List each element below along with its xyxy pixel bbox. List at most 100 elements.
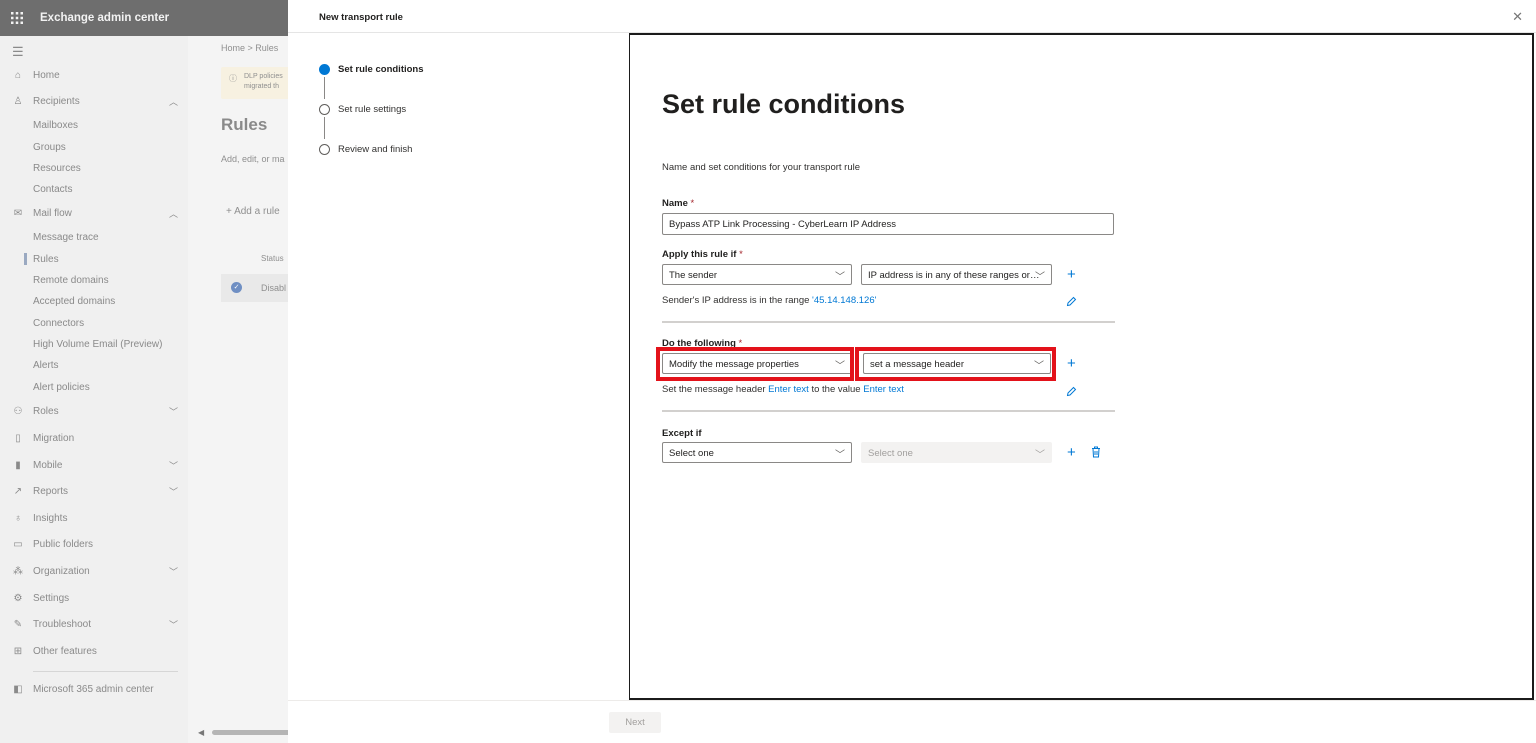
scroll-thumb[interactable] bbox=[212, 730, 288, 735]
nav-divider bbox=[33, 671, 178, 672]
page-title: Rules bbox=[221, 115, 268, 134]
nav-item-mail-flow[interactable]: ✉ Mail flow ︿ bbox=[0, 203, 188, 223]
m365-icon: ◧ bbox=[13, 683, 23, 695]
panel-footer: Next bbox=[288, 700, 1536, 743]
next-button[interactable]: Next bbox=[609, 712, 661, 733]
action-summary: Set the message header Enter text to the… bbox=[662, 384, 904, 395]
delete-trash-icon[interactable] bbox=[1091, 446, 1101, 461]
nav-item-troubleshoot[interactable]: ✎ Troubleshoot ﹀ bbox=[0, 614, 188, 634]
add-action-plus-icon[interactable]: + bbox=[1067, 356, 1076, 371]
table-row[interactable]: ✓ Disabl bbox=[221, 274, 288, 302]
home-icon: ⌂ bbox=[14, 69, 22, 81]
scroll-left-icon[interactable]: ◀ bbox=[198, 728, 204, 737]
edit-condition-pencil-icon[interactable] bbox=[1066, 296, 1077, 310]
app-title: Exchange admin center bbox=[40, 12, 170, 24]
hamburger-menu-icon[interactable]: ☰ bbox=[12, 44, 24, 60]
apply-condition-dropdown[interactable]: The sender ﹀ bbox=[662, 264, 852, 285]
rule-conditions-form: Set rule conditions Name and set conditi… bbox=[629, 33, 1534, 700]
nav-item-insights[interactable]: ♁ Insights bbox=[0, 508, 188, 528]
banner-line-2: migrated th bbox=[244, 83, 280, 90]
chevron-down-icon: ﹀ bbox=[1034, 361, 1044, 372]
step-connector bbox=[324, 117, 325, 139]
nav-item-connectors[interactable]: Connectors bbox=[33, 314, 84, 332]
step-review-and-finish[interactable]: Review and finish bbox=[319, 142, 412, 156]
nav-item-mailboxes[interactable]: Mailboxes bbox=[33, 116, 78, 134]
nav-item-accepted-domains[interactable]: Accepted domains bbox=[33, 292, 115, 310]
close-icon[interactable]: ✕ bbox=[1512, 9, 1523, 25]
nav-item-contacts[interactable]: Contacts bbox=[33, 180, 72, 198]
nav-item-remote-domains[interactable]: Remote domains bbox=[33, 271, 109, 289]
nav-item-public-folders[interactable]: ▭ Public folders bbox=[0, 534, 188, 554]
do-the-following-label: Do the following * bbox=[662, 338, 743, 349]
add-condition-plus-icon[interactable]: + bbox=[1067, 267, 1076, 282]
step-set-rule-settings[interactable]: Set rule settings bbox=[319, 102, 406, 116]
nav-item-home[interactable]: ⌂ Home bbox=[0, 65, 188, 85]
required-marker: * bbox=[738, 338, 743, 349]
step-dot-icon bbox=[319, 103, 330, 115]
exception-sub-dropdown: Select one ﹀ bbox=[861, 442, 1052, 463]
exception-dropdown[interactable]: Select one ﹀ bbox=[662, 442, 852, 463]
nav-item-reports[interactable]: ↗ Reports ﹀ bbox=[0, 481, 188, 501]
ip-range-link[interactable]: '45.14.148.126' bbox=[812, 295, 876, 306]
sub-action-dropdown[interactable]: set a message header ﹀ bbox=[863, 353, 1051, 374]
edit-action-pencil-icon[interactable] bbox=[1066, 386, 1077, 400]
other-features-icon: ⊞ bbox=[13, 645, 23, 657]
apply-subcondition-dropdown[interactable]: IP address is in any of these ranges or…… bbox=[861, 264, 1052, 285]
app-header: Exchange admin center bbox=[0, 0, 288, 36]
chevron-down-icon: ﹀ bbox=[1035, 272, 1045, 283]
migration-icon: ▯ bbox=[15, 432, 21, 444]
horizontal-scrollbar[interactable]: ◀ bbox=[198, 727, 288, 737]
new-transport-rule-panel: New transport rule ✕ Set rule conditions… bbox=[288, 0, 1536, 743]
chevron-down-icon: ﹀ bbox=[168, 486, 178, 497]
chevron-down-icon: ﹀ bbox=[168, 566, 178, 577]
step-set-rule-conditions[interactable]: Set rule conditions bbox=[319, 62, 424, 76]
section-divider bbox=[662, 321, 1115, 323]
panel-title: New transport rule bbox=[319, 12, 403, 23]
info-icon: ⓘ bbox=[229, 74, 237, 83]
person-icon: ♙ bbox=[13, 95, 23, 107]
nav-item-migration[interactable]: ▯ Migration bbox=[0, 428, 188, 448]
nav-item-organization[interactable]: ⁂ Organization ﹀ bbox=[0, 561, 188, 581]
add-rule-label: Add a rule bbox=[234, 206, 280, 217]
nav-item-roles[interactable]: ⚇ Roles ﹀ bbox=[0, 401, 188, 421]
nav-item-rules[interactable]: Rules bbox=[33, 250, 59, 268]
nav-item-m365-admin-center[interactable]: ◧ Microsoft 365 admin center bbox=[0, 679, 188, 699]
name-label: Name * bbox=[662, 198, 695, 209]
form-description: Name and set conditions for your transpo… bbox=[662, 162, 861, 173]
checkmark-icon: ✓ bbox=[231, 282, 242, 293]
chevron-down-icon: ﹀ bbox=[835, 272, 845, 283]
nav-item-settings[interactable]: ⚙ Settings bbox=[0, 588, 188, 608]
header-name-link[interactable]: Enter text bbox=[768, 384, 809, 395]
troubleshoot-icon: ✎ bbox=[13, 618, 23, 630]
header-value-link[interactable]: Enter text bbox=[863, 384, 904, 395]
nav-item-mobile[interactable]: ▮ Mobile ﹀ bbox=[0, 455, 188, 475]
section-divider bbox=[662, 410, 1115, 412]
rule-name-input[interactable] bbox=[662, 213, 1114, 235]
required-marker: * bbox=[690, 198, 695, 209]
row-status: Disabl bbox=[261, 283, 287, 293]
roles-icon: ⚇ bbox=[13, 405, 23, 417]
nav-item-recipients[interactable]: ♙ Recipients ︿ bbox=[0, 91, 188, 111]
except-if-label: Except if bbox=[662, 428, 702, 439]
nav-item-resources[interactable]: Resources bbox=[33, 159, 81, 177]
rules-page-background: Home > Rules ⓘ DLP policies migrated th … bbox=[188, 36, 288, 743]
nav-item-alerts[interactable]: Alerts bbox=[33, 356, 59, 374]
add-rule-button[interactable]: + Add a rule bbox=[226, 206, 280, 217]
action-dropdown[interactable]: Modify the message properties ﹀ bbox=[662, 353, 852, 374]
panel-header: New transport rule ✕ bbox=[288, 0, 1536, 33]
add-exception-plus-icon[interactable]: + bbox=[1067, 445, 1076, 460]
nav-item-groups[interactable]: Groups bbox=[33, 138, 66, 156]
nav-item-message-trace[interactable]: Message trace bbox=[33, 228, 99, 246]
nav-item-other-features[interactable]: ⊞ Other features bbox=[0, 641, 188, 661]
banner-line-1: DLP policies bbox=[244, 73, 283, 80]
info-banner: ⓘ DLP policies migrated th bbox=[221, 67, 288, 99]
step-dot-icon bbox=[319, 143, 330, 155]
nav-item-alert-policies[interactable]: Alert policies bbox=[33, 378, 90, 396]
reports-icon: ↗ bbox=[13, 485, 23, 497]
step-connector bbox=[324, 77, 325, 99]
chevron-down-icon: ﹀ bbox=[835, 361, 845, 372]
app-launcher-icon[interactable] bbox=[0, 12, 34, 24]
mail-icon: ✉ bbox=[13, 207, 23, 219]
status-column-header: Status bbox=[261, 254, 284, 263]
nav-item-high-volume-email[interactable]: High Volume Email (Preview) bbox=[33, 335, 163, 353]
